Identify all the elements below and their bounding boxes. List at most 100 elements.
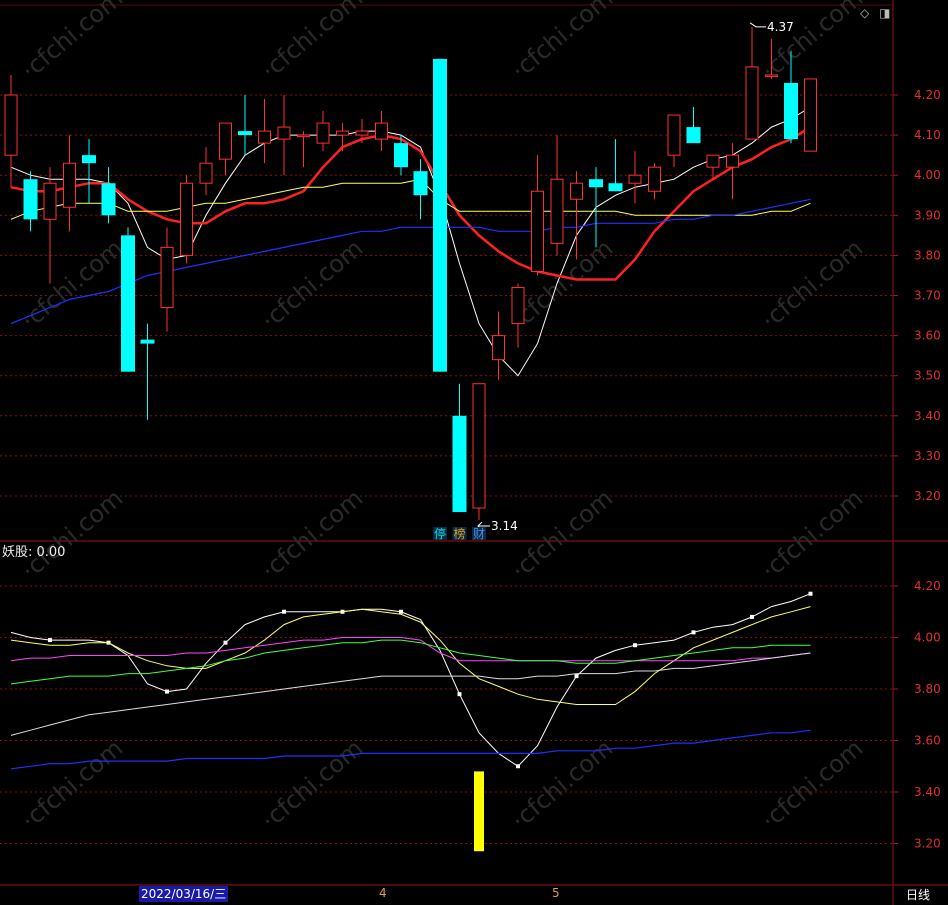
watermark-text: ·cfchi.com — [256, 484, 368, 585]
candle[interactable] — [63, 135, 76, 232]
candle[interactable] — [550, 135, 564, 256]
candle[interactable] — [511, 283, 525, 348]
candle[interactable] — [413, 159, 428, 220]
candle-body-up — [628, 174, 642, 184]
watermark-text: ·cfchi.com — [16, 234, 128, 335]
indicator-marker — [457, 692, 462, 697]
candle[interactable] — [375, 111, 388, 152]
indicator-line-4 — [10, 639, 811, 685]
candle-body-up — [160, 246, 174, 309]
indicator-marker — [48, 638, 52, 643]
high-price-label: 4.37 — [767, 20, 794, 34]
event-marker-text: 榜 — [453, 526, 465, 541]
candle[interactable] — [121, 227, 135, 372]
event-marker[interactable]: 榜 — [452, 526, 467, 541]
event-markers[interactable]: 停榜财 — [433, 526, 486, 541]
candle[interactable] — [238, 95, 252, 156]
price-tick-label: 4.10 — [914, 128, 941, 142]
price-tick-label: 3.90 — [914, 208, 941, 222]
candle[interactable] — [804, 78, 817, 152]
panel-toggle-icon[interactable]: ◨ — [879, 6, 890, 20]
candle[interactable] — [433, 58, 447, 372]
candle[interactable] — [745, 26, 759, 140]
candle[interactable] — [101, 167, 116, 224]
candle[interactable] — [180, 175, 193, 264]
period-label[interactable]: 日线 — [906, 886, 930, 903]
candle-body-up — [63, 162, 76, 208]
candle-body-up — [765, 74, 778, 77]
candle-body-up — [511, 286, 525, 325]
candle-body-down — [452, 415, 467, 513]
candle[interactable] — [43, 167, 57, 284]
candle[interactable] — [160, 227, 174, 332]
candle[interactable] — [258, 99, 271, 164]
candle[interactable] — [4, 74, 18, 188]
stock-chart[interactable]: ·cfchi.com ·cfchi.com ·cfchi.com ·cfchi.com… — [0, 0, 948, 905]
candle[interactable] — [648, 163, 661, 200]
chart-toolbar[interactable]: ◇ ◨ — [860, 6, 890, 20]
event-marker[interactable]: 财 — [472, 527, 486, 541]
candle-body-down — [394, 143, 408, 168]
candle-body-down — [589, 179, 603, 188]
event-marker[interactable]: 停 — [433, 526, 447, 541]
price-axis: 4.20 4.10 4.00 3.90 3.80 3.70 3.60 3.50 3.40 3.30… — [893, 88, 941, 503]
watermark-text: ·cfchi.com — [756, 0, 868, 85]
ma-line-3 — [10, 178, 811, 220]
candle[interactable] — [23, 171, 38, 232]
candle-body-up — [492, 335, 505, 361]
candle-body-up — [550, 178, 564, 244]
price-tick-label: 4.00 — [914, 168, 941, 182]
candle[interactable] — [297, 131, 310, 168]
candle[interactable] — [492, 311, 505, 380]
price-tick-label: 3.70 — [914, 289, 941, 303]
candle-body-up — [804, 78, 817, 152]
indicator-marker — [223, 640, 228, 645]
candle[interactable] — [472, 383, 486, 521]
candle-body-up — [726, 154, 739, 168]
price-tick-label: 3.50 — [914, 369, 941, 383]
indicator-label: 妖股: 0.00 — [2, 545, 66, 560]
candle-body-down — [238, 131, 252, 136]
candle-body-up — [4, 94, 18, 156]
candle-body-down — [433, 58, 447, 372]
candle[interactable] — [608, 139, 623, 192]
candle[interactable] — [140, 323, 155, 420]
indicator-tick-label: 3.20 — [914, 837, 941, 851]
candle[interactable] — [531, 155, 544, 276]
candle-body-up — [219, 122, 232, 160]
cursor-date: 2022/03/16/三 — [139, 886, 229, 902]
indicator-marker — [574, 674, 579, 679]
candle[interactable] — [667, 114, 681, 168]
candle-body-up — [180, 182, 193, 256]
candle-body-up — [297, 134, 310, 138]
indicator-tick-label: 4.20 — [914, 579, 941, 593]
candle[interactable] — [277, 95, 291, 176]
candle-body-down — [413, 171, 428, 196]
watermark-text: ·cfchi.com — [756, 484, 868, 585]
candle-body-up — [277, 126, 291, 140]
candle-body-up — [355, 130, 369, 136]
event-marker-text: 停 — [434, 526, 446, 541]
indicator-line-5 — [10, 652, 811, 736]
candle-body-up — [375, 122, 388, 140]
diamond-icon[interactable]: ◇ — [860, 6, 869, 20]
candle[interactable] — [82, 139, 96, 204]
watermark-text: ·cfchi.com — [256, 0, 368, 85]
candle-body-up — [648, 166, 661, 192]
candle[interactable] — [628, 151, 642, 204]
candle[interactable] — [199, 147, 213, 196]
candle[interactable] — [316, 111, 330, 152]
candlestick-series[interactable] — [4, 26, 817, 521]
indicator-marker — [633, 643, 637, 648]
candle[interactable] — [686, 107, 701, 144]
watermark-text: ·cfchi.com — [256, 734, 368, 835]
candle[interactable] — [219, 122, 232, 176]
indicator-tick-label: 4.00 — [914, 631, 941, 645]
price-tick-label: 3.20 — [914, 489, 941, 503]
signal-bar — [474, 771, 484, 852]
low-price-label: 3.14 — [491, 519, 518, 533]
candle[interactable] — [452, 383, 467, 513]
candle-body-up — [745, 66, 759, 140]
candle[interactable] — [336, 123, 349, 152]
watermark-text: ·cfchi.com — [16, 0, 128, 85]
